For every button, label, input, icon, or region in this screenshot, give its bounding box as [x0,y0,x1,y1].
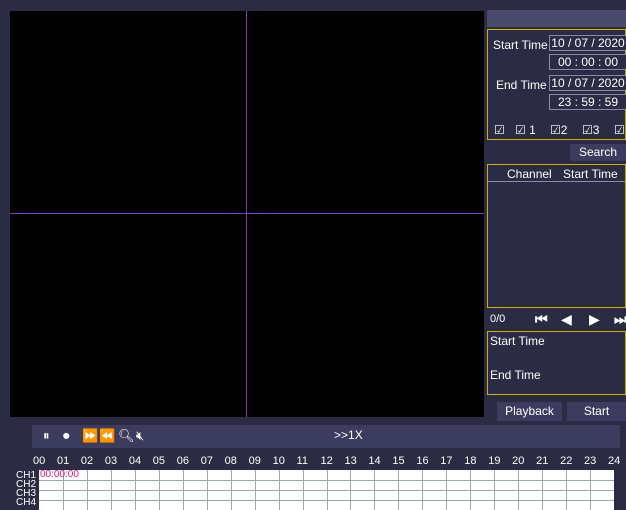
file-info-panel: Start Time End Time [487,331,626,395]
playback-controls: ⏸ ⏺ ⏩ ⏪ 🔍︎ 🔇︎ >>1X [32,425,620,448]
end-clock-field[interactable]: 23 : 59 : 59 [549,94,626,110]
start-time-label: Start Time [493,38,548,52]
channel-2-checkbox[interactable]: ☑2 [550,123,567,137]
hour-label: 16 [416,455,429,467]
channel-row-label: CH4 [16,497,37,508]
search-button[interactable]: Search [570,144,626,161]
playback-button[interactable]: Playback [497,402,562,421]
hour-label: 13 [344,455,357,467]
pause-icon[interactable]: ⏸ [43,428,50,444]
channel-4-checkbox[interactable]: ☑ [614,123,625,137]
info-start-time-label: Start Time [490,334,545,348]
column-channel: Channel [507,167,552,181]
hour-label: 01 [56,455,70,467]
split-line-horizontal [10,213,484,214]
first-page-icon[interactable]: ⏮ [535,311,548,328]
hour-label: 03 [104,455,118,467]
result-list-header: Channel Start Time [488,165,625,182]
info-end-time-label: End Time [490,368,541,382]
fast-forward-icon[interactable]: ⏩ [82,428,98,444]
hour-label: 19 [488,455,501,467]
hour-label: 05 [152,455,166,467]
channel-1-checkbox[interactable]: ☑ 1 [515,123,536,137]
hour-label: 18 [464,455,477,467]
next-page-icon[interactable]: ▶ [589,311,600,328]
hour-label: 21 [536,455,549,467]
column-start-time: Start Time [563,167,618,181]
split-line-vertical [246,11,247,417]
grid-row-line [39,480,614,481]
hour-label: 04 [128,455,142,467]
channel-all-checkbox[interactable]: ☑ [494,123,505,137]
start-button[interactable]: Start [567,402,626,421]
search-panel: Start Time 10 / 07 / 2020 00 : 00 : 00 E… [487,29,626,140]
page-counter: 0/0 [490,313,506,325]
hour-label: 09 [248,455,261,467]
page-navigation: 0/0 ⏮ ◀ ▶ ⏭ [487,309,626,331]
hour-label: 10 [272,455,285,467]
rewind-icon[interactable]: ⏪ [99,428,115,444]
right-panel-header [487,10,626,27]
hour-label: 22 [560,455,573,467]
grid-row-line [39,500,614,501]
previous-page-icon[interactable]: ◀ [561,311,572,328]
hour-label: 24 [608,455,621,467]
video-playback-area[interactable] [10,11,484,417]
mute-icon[interactable]: 🔇︎ [136,428,144,444]
start-clock-field[interactable]: 00 : 00 : 00 [549,54,626,70]
hour-label: 11 [296,455,308,467]
hour-label: 02 [80,455,94,467]
hour-label: 15 [392,455,405,467]
start-date-field[interactable]: 10 / 07 / 2020 [549,35,626,51]
hour-label: 12 [320,455,333,467]
end-date-field[interactable]: 10 / 07 / 2020 [549,75,626,91]
hour-label: 17 [440,455,453,467]
timeline[interactable]: 00 01 02 03 04 05 06 07 08 09 10 11 12 13 14 15 16 17 18 19… [16,455,626,510]
hour-label: 14 [368,455,381,467]
hour-label: 07 [200,455,213,467]
end-time-label: End Time [496,78,547,92]
hour-label: 00 [33,455,46,467]
grid-row-line [39,490,614,491]
hour-label: 23 [584,455,597,467]
hour-label: 06 [176,455,189,467]
last-page-icon[interactable]: ⏭ [614,311,626,328]
zoom-icon[interactable]: 🔍︎ [118,428,135,444]
current-time-marker: 00:00:00 [40,469,79,480]
timeline-grid[interactable] [39,470,614,510]
result-list[interactable]: Channel Start Time [487,164,626,308]
hour-label: 20 [512,455,525,467]
speed-indicator: >>1X [334,428,363,442]
stop-icon[interactable]: ⏺ [63,428,70,444]
channel-3-checkbox[interactable]: ☑3 [582,123,599,137]
hour-label: 08 [224,455,237,467]
